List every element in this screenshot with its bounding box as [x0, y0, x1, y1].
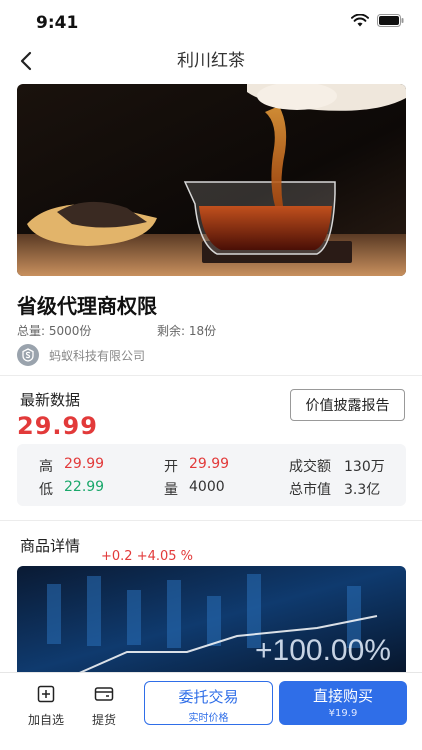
- section-divider: [0, 375, 422, 376]
- nav-bar: 利川红茶: [0, 44, 422, 74]
- product-title: 省级代理商权限: [17, 294, 157, 318]
- value-report-button[interactable]: 价值披露报告: [290, 389, 405, 421]
- status-time: 9:41: [36, 13, 79, 33]
- stat-market-cap: 总市值 3.3亿: [289, 479, 380, 499]
- tea-photo: [17, 84, 406, 276]
- stat-low: 低 22.99: [39, 479, 105, 498]
- entrust-trade-label: 委托交易: [178, 688, 239, 706]
- status-bar: 9:41: [0, 0, 422, 44]
- battery-icon: [377, 14, 404, 27]
- detail-image: +100.00%: [17, 566, 406, 674]
- company-name: 蚂蚁科技有限公司: [49, 348, 146, 363]
- section-divider: [0, 520, 422, 521]
- remaining-quantity: 剩余: 18份: [157, 324, 217, 338]
- buy-now-button[interactable]: 直接购买 ¥19.9: [279, 681, 407, 725]
- entrust-trade-button[interactable]: 委托交易 实时价格: [144, 681, 273, 725]
- stat-volume: 量 4000: [164, 479, 225, 498]
- latest-price: 29.99: [17, 412, 98, 440]
- buy-now-label: 直接购买: [312, 687, 373, 705]
- stat-open-value: 29.99: [189, 456, 230, 472]
- latest-data-label: 最新数据: [20, 391, 81, 409]
- stat-turnover-value: 130万: [344, 459, 385, 475]
- entrust-trade-sublabel: 实时价格: [188, 713, 229, 724]
- stat-open: 开 29.99: [164, 456, 230, 475]
- company-logo-icon: [17, 344, 39, 366]
- product-detail-label: 商品详情: [20, 537, 81, 555]
- pickup-label: 提货: [91, 713, 116, 727]
- add-square-icon: [37, 685, 55, 703]
- buy-now-price: ¥19.9: [328, 708, 358, 719]
- add-watchlist-label: 加自选: [27, 713, 64, 727]
- stat-turnover: 成交额 130万: [289, 456, 385, 476]
- company-row[interactable]: 蚂蚁科技有限公司: [17, 344, 145, 366]
- wifi-icon: [351, 14, 369, 27]
- total-quantity: 总量: 5000份: [17, 324, 92, 338]
- overlay-percent: +100.00%: [255, 634, 391, 667]
- bottom-action-bar: 加自选 提货 委托交易 实时价格 直接购买 ¥19.9: [0, 672, 422, 750]
- stats-panel: 高 29.99 低 22.99 开 29.99 量 4000 成交额 130万 …: [17, 444, 406, 506]
- card-icon: [94, 687, 114, 701]
- stat-volume-value: 4000: [189, 479, 225, 495]
- stat-high: 高 29.99: [39, 456, 105, 475]
- stat-market-cap-value: 3.3亿: [344, 482, 381, 498]
- price-delta: +0.2 +4.05 %: [101, 549, 194, 564]
- stat-high-value: 29.99: [64, 456, 105, 472]
- pickup-button[interactable]: 提货: [82, 685, 126, 728]
- page-title: 利川红茶: [177, 51, 245, 71]
- stat-low-value: 22.99: [64, 479, 105, 495]
- add-watchlist-button[interactable]: 加自选: [24, 685, 68, 728]
